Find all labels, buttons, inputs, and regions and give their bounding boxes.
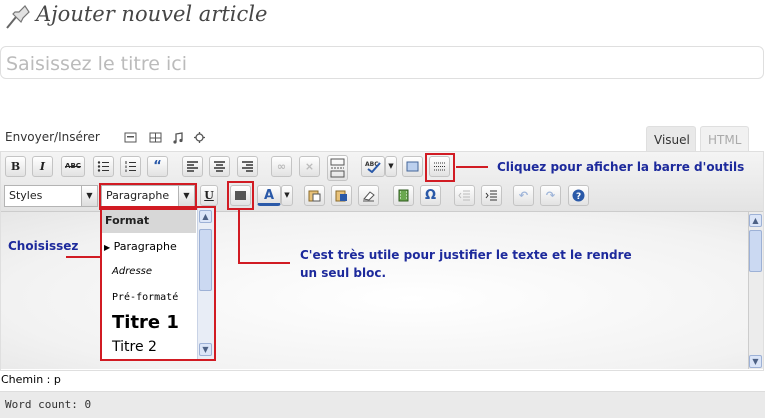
indent-icon — [485, 190, 497, 201]
spellcheck-dropdown[interactable]: ▼ — [385, 156, 397, 177]
text-color-dropdown[interactable]: ▼ — [281, 185, 293, 206]
format-option-address[interactable]: Adresse — [112, 266, 152, 277]
page-title: Ajouter nouvel article — [36, 2, 268, 26]
choose-annotation: Choisissez — [8, 239, 79, 253]
video-icon[interactable] — [149, 131, 162, 144]
format-option-paragraph[interactable]: ▶ Paragraphe — [104, 240, 177, 253]
help-icon: ? — [572, 189, 585, 202]
numbered-list-button[interactable] — [120, 156, 141, 177]
align-left-icon — [187, 161, 198, 172]
bold-button[interactable]: B — [5, 156, 26, 177]
format-option-heading2[interactable]: Titre 2 — [112, 339, 157, 355]
numbered-list-icon — [125, 161, 136, 172]
selected-marker-icon: ▶ — [104, 243, 111, 252]
align-center-icon — [214, 161, 225, 172]
blockquote-button[interactable]: “ — [147, 156, 168, 177]
kitchen-sink-highlight — [425, 153, 455, 182]
underline-button[interactable]: U — [200, 185, 218, 206]
remove-format-button[interactable] — [358, 185, 379, 206]
align-center-button[interactable] — [209, 156, 230, 177]
spellcheck-icon: ABC — [365, 161, 381, 174]
scroll-thumb[interactable] — [199, 229, 212, 291]
justify-pointer-vertical — [238, 209, 240, 263]
format-option-label: Paragraphe — [113, 240, 177, 253]
scroll-thumb[interactable] — [749, 230, 762, 272]
strikethrough-button[interactable]: ABC — [61, 156, 85, 177]
unlink-icon: ⨯ — [304, 160, 315, 173]
scroll-up-icon[interactable]: ▲ — [749, 214, 762, 227]
chevron-down-icon: ▼ — [81, 186, 97, 206]
format-select-highlight — [99, 183, 197, 210]
upload-insert-label: Envoyer/Insérer — [5, 130, 100, 144]
align-left-button[interactable] — [182, 156, 203, 177]
insert-media-button[interactable] — [393, 185, 414, 206]
music-icon[interactable] — [172, 131, 185, 144]
undo-button[interactable]: ↶ — [513, 185, 534, 206]
paste-text-icon — [308, 190, 321, 202]
omega-icon: Ω — [424, 188, 437, 203]
styles-select-label: Styles — [9, 189, 43, 202]
link-button[interactable]: ∞ — [271, 156, 292, 177]
paste-text-button[interactable] — [304, 185, 325, 206]
tab-visual[interactable]: Visuel — [646, 126, 696, 152]
justify-pointer-horizontal — [238, 262, 290, 264]
media-icon[interactable] — [193, 131, 206, 144]
format-option-heading1[interactable]: Titre 1 — [112, 312, 179, 333]
word-count: Word count: 0 — [0, 391, 765, 418]
link-icon: ∞ — [276, 160, 287, 173]
italic-button[interactable]: I — [32, 156, 53, 177]
more-tag-button[interactable] — [327, 155, 348, 181]
media-icon — [398, 189, 409, 202]
kitchen-sink-annotation: Cliquez pour aficher la barre d'outils — [497, 160, 745, 174]
kitchen-sink-pointer — [456, 166, 488, 168]
indent-button[interactable] — [481, 185, 502, 206]
undo-icon: ↶ — [518, 189, 529, 202]
redo-icon: ↷ — [545, 189, 556, 202]
special-char-button[interactable]: Ω — [420, 185, 441, 206]
justify-highlight — [227, 181, 254, 210]
text-color-icon: A — [263, 188, 275, 203]
text-color-button[interactable]: A — [257, 185, 281, 206]
tab-html[interactable]: HTML — [700, 126, 749, 152]
image-icon[interactable] — [124, 131, 137, 144]
justify-annotation-line2: un seul bloc. — [300, 266, 386, 280]
align-right-icon — [242, 161, 253, 172]
title-input[interactable]: Saisissez le titre ici — [0, 46, 764, 79]
blockquote-icon: “ — [153, 159, 162, 174]
fullscreen-button[interactable] — [402, 156, 423, 177]
chevron-down-icon: ▼ — [388, 162, 394, 170]
remove-format-icon — [363, 191, 375, 202]
bullet-list-button[interactable] — [93, 156, 114, 177]
redo-button[interactable]: ↷ — [540, 185, 561, 206]
pushpin-icon — [6, 5, 30, 29]
paste-word-icon — [335, 190, 347, 202]
format-dropdown-header: Format — [102, 208, 196, 233]
outdent-button[interactable] — [454, 185, 475, 206]
align-right-button[interactable] — [237, 156, 258, 177]
bullet-list-icon — [97, 161, 109, 172]
format-option-preformatted[interactable]: Pré-formaté — [112, 292, 178, 303]
unlink-button[interactable]: ⨯ — [299, 156, 320, 177]
fullscreen-icon — [406, 161, 419, 172]
svg-text:?: ? — [576, 192, 581, 202]
chevron-down-icon: ▼ — [284, 191, 290, 199]
scroll-down-icon[interactable]: ▼ — [199, 343, 212, 356]
scroll-down-icon[interactable]: ▼ — [749, 355, 762, 368]
paste-word-button[interactable] — [331, 185, 352, 206]
scroll-up-icon[interactable]: ▲ — [199, 210, 212, 223]
outdent-icon — [458, 190, 470, 201]
justify-annotation-line1: C'est très utile pour justifier le texte… — [300, 248, 632, 262]
spellcheck-button[interactable]: ABC — [361, 156, 385, 177]
choose-pointer — [66, 256, 101, 258]
more-tag-icon — [330, 158, 345, 178]
styles-select[interactable]: Styles ▼ — [4, 185, 98, 207]
help-button[interactable]: ? — [568, 185, 589, 206]
editor-path: Chemin : p — [1, 373, 61, 386]
